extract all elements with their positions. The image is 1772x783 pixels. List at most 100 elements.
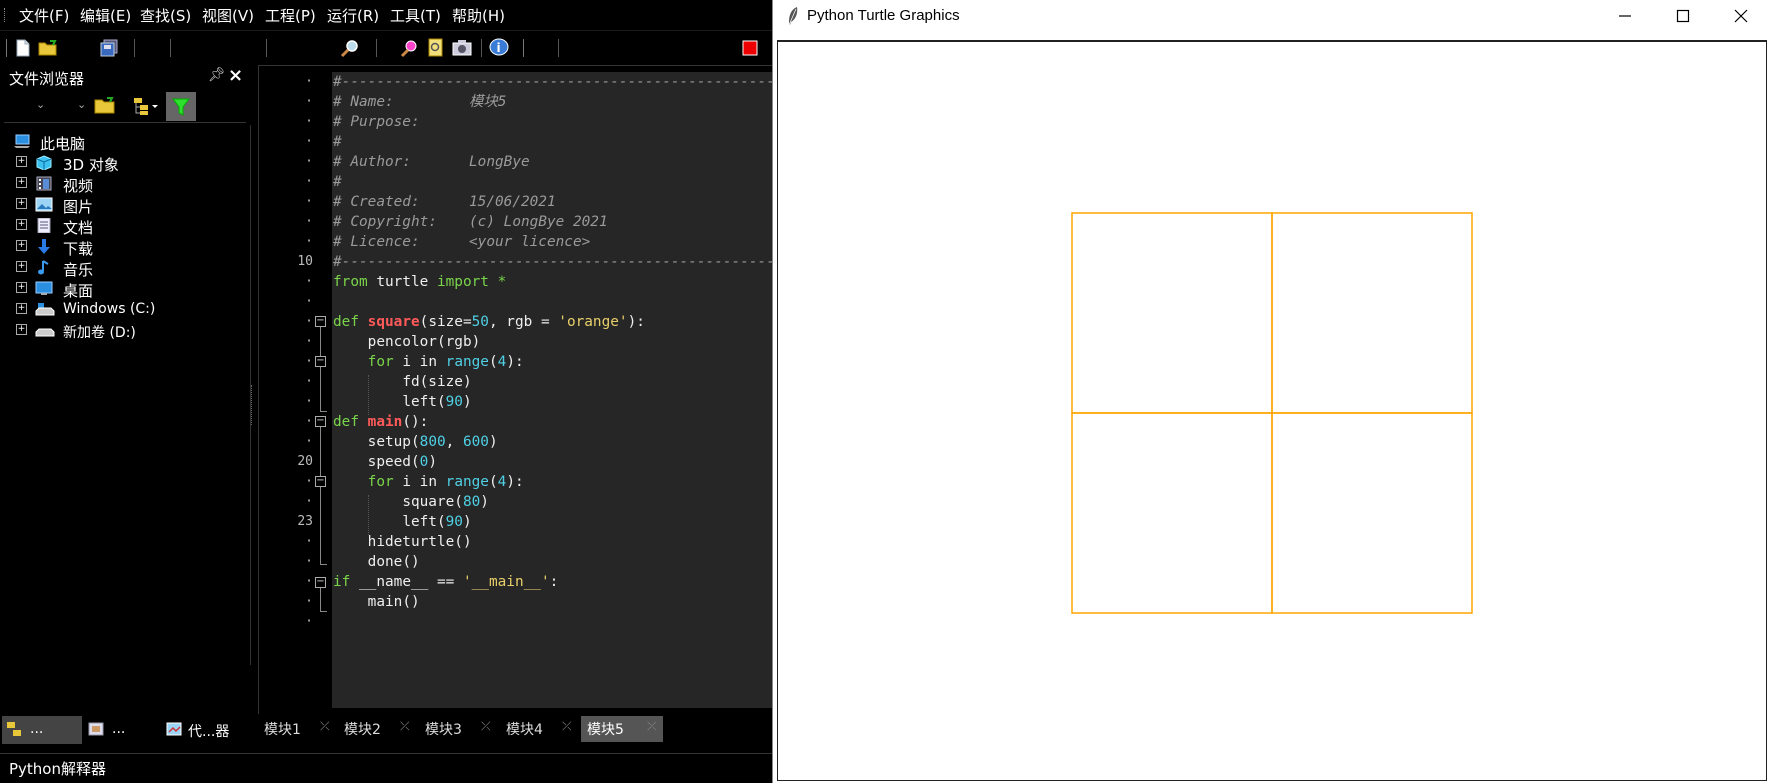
fold-icon[interactable]: − — [315, 476, 326, 487]
turtle-square — [1271, 212, 1473, 414]
code-line-8: # Copyright: (c) LongBye 2021 — [333, 212, 608, 232]
close-tab-icon[interactable]: ⤫ — [647, 719, 657, 734]
fold-icon[interactable]: − — [315, 577, 326, 588]
ide-window: 文件(F) 编辑(E) 查找(S) 视图(V) 工程(P) 运行(R) 工具(T… — [0, 0, 773, 783]
close-tab-icon[interactable]: ⤫ — [562, 719, 572, 734]
close-icon[interactable]: × — [228, 65, 243, 86]
expand-icon[interactable]: + — [16, 261, 27, 272]
tab-project-browser[interactable]: ... — [84, 716, 160, 744]
code-line-27: main() — [333, 592, 420, 612]
expand-icon[interactable]: + — [16, 156, 27, 167]
identifier: hideturtle — [367, 534, 455, 550]
turtle-square — [1071, 412, 1273, 614]
tab-module4[interactable]: 模块4 ⤫ — [500, 716, 576, 742]
string: '__main__' — [462, 574, 550, 590]
debug-icon[interactable] — [400, 38, 420, 58]
close-tab-icon[interactable]: ⤫ — [320, 719, 330, 734]
comment-text: 15/06/2021 — [469, 194, 556, 210]
comment-text: # Created: — [333, 194, 420, 210]
tree-root[interactable]: 此电脑 — [0, 132, 248, 153]
code-line-26: if __name__ == '__main__': — [333, 572, 558, 592]
open-folder-icon[interactable] — [38, 38, 58, 58]
tree-item-documents[interactable]: + 文档 — [0, 216, 248, 237]
project-icon — [88, 721, 106, 741]
tree-item-drive-c[interactable]: + Windows (C:) — [0, 300, 248, 320]
menu-search[interactable]: 查找(S) — [140, 5, 191, 26]
close-icon[interactable] — [1712, 0, 1770, 32]
identifier: () — [402, 554, 420, 570]
close-tab-icon[interactable]: ⤫ — [481, 719, 491, 734]
operator: * — [497, 274, 507, 290]
window-title: Python Turtle Graphics — [807, 7, 960, 24]
file-browser-tabs: ... ... 代...器 — [0, 716, 250, 746]
expand-icon[interactable]: + — [16, 324, 27, 335]
code-line-6: # — [333, 172, 342, 192]
tree-item-desktop[interactable]: + 桌面 — [0, 279, 248, 300]
info-icon[interactable]: i — [489, 38, 509, 58]
tab-module1[interactable]: 模块1 ⤫ — [258, 716, 334, 742]
line-dot: · — [305, 434, 313, 449]
code-line-15: for i in range(4): — [333, 352, 524, 372]
expand-icon[interactable]: + — [16, 282, 27, 293]
splitter-handle[interactable] — [251, 385, 254, 425]
expand-icon[interactable]: + — [16, 177, 27, 188]
tab-module5[interactable]: 模块5 ⤫ — [581, 716, 663, 742]
pin-icon[interactable]: 📌︎ — [208, 67, 226, 83]
tree-item-3d-objects[interactable]: + 3D 对象 — [0, 153, 248, 174]
line-dot: · — [305, 494, 313, 509]
tree-item-downloads[interactable]: + 下载 — [0, 237, 248, 258]
new-file-icon[interactable] — [13, 38, 33, 58]
identifier: done — [367, 554, 403, 570]
code-line-13: def square(size=50, rgb = 'orange'): — [333, 312, 645, 332]
tree-item-videos[interactable]: + 视频 — [0, 174, 248, 195]
tree-item-label: 视频 — [63, 177, 94, 195]
tree-item-pictures[interactable]: + 图片 — [0, 195, 248, 216]
menu-file[interactable]: 文件(F) — [19, 5, 69, 26]
menu-project[interactable]: 工程(P) — [265, 5, 316, 26]
maximize-icon[interactable] — [1654, 0, 1712, 32]
keyword: import — [436, 274, 489, 290]
document-icon — [35, 217, 53, 234]
expand-icon[interactable]: + — [16, 219, 27, 230]
tree-item-music[interactable]: + 音乐 — [0, 258, 248, 279]
expand-icon[interactable]: + — [16, 240, 27, 251]
line-dot: · — [305, 334, 313, 349]
fold-icon[interactable]: − — [315, 316, 326, 327]
save-all-icon[interactable] — [100, 38, 120, 58]
window-titlebar[interactable]: Python Turtle Graphics — [773, 0, 1772, 32]
stop-icon[interactable] — [740, 38, 760, 58]
chevron-down-icon[interactable]: ⌄ — [77, 98, 86, 111]
filter-icon[interactable] — [166, 92, 196, 121]
code-line-9: # Licence: <your licence> — [333, 232, 590, 252]
open-folder-icon[interactable] — [94, 95, 116, 119]
expand-icon[interactable]: + — [16, 198, 27, 209]
code-line-24: hideturtle() — [333, 532, 472, 552]
number: 800 — [419, 434, 446, 450]
fold-icon[interactable]: − — [315, 416, 326, 427]
turtle-square — [1271, 412, 1473, 614]
identifier: ) — [480, 494, 489, 510]
tab-module2[interactable]: 模块2 ⤫ — [338, 716, 414, 742]
number: 90 — [445, 514, 463, 530]
screenshot-icon[interactable] — [452, 38, 472, 58]
find-icon[interactable] — [340, 38, 360, 58]
chevron-down-icon[interactable]: ⌄ — [36, 98, 45, 111]
menu-view[interactable]: 视图(V) — [202, 5, 254, 26]
close-tab-icon[interactable]: ⤫ — [400, 719, 410, 734]
tab-label: 模块3 — [425, 722, 462, 738]
turtle-canvas[interactable] — [777, 40, 1767, 781]
tree-item-drive-d[interactable]: + 新加卷 (D:) — [0, 321, 248, 341]
tab-code-explorer[interactable]: 代...器 — [162, 716, 248, 744]
fold-line — [320, 327, 321, 411]
minimize-icon[interactable] — [1596, 0, 1654, 32]
tab-module3[interactable]: 模块3 ⤫ — [419, 716, 495, 742]
tab-file-browser[interactable]: ... — [2, 716, 82, 744]
menu-tools[interactable]: 工具(T) — [390, 5, 441, 26]
menu-run[interactable]: 运行(R) — [327, 5, 379, 26]
fold-icon[interactable]: − — [315, 356, 326, 367]
expand-icon[interactable]: + — [16, 303, 27, 314]
menu-edit[interactable]: 编辑(E) — [80, 5, 131, 26]
run-file-icon[interactable] — [426, 38, 446, 58]
menu-help[interactable]: 帮助(H) — [452, 5, 505, 26]
tree-view-icon[interactable] — [132, 96, 160, 120]
